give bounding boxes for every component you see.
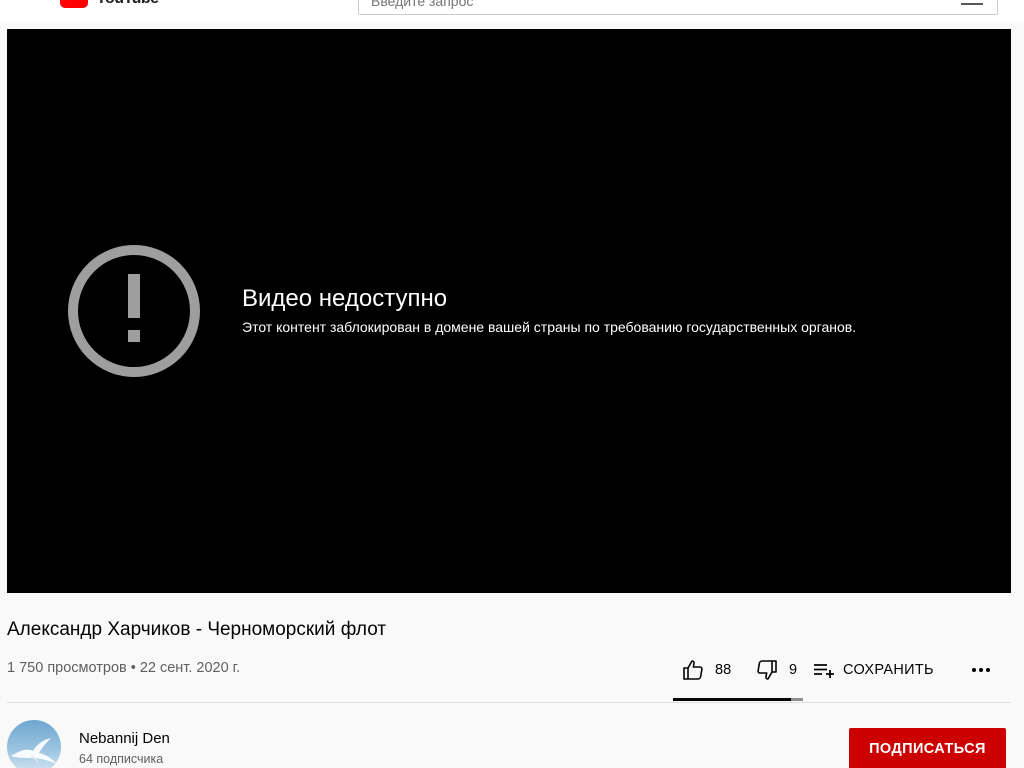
keyboard-icon[interactable] <box>961 0 983 5</box>
youtube-logo[interactable]: YouTube <box>60 0 159 8</box>
youtube-logo-icon <box>60 0 88 8</box>
more-horizontal-icon <box>972 668 990 672</box>
search-input[interactable] <box>371 0 931 9</box>
video-actions: 88 9 СОХРАНИТЬ <box>673 652 993 688</box>
divider <box>7 702 1011 703</box>
video-unavailable-message: Этот контент заблокирован в домене вашей… <box>242 319 857 335</box>
logo-text: YouTube <box>96 0 159 8</box>
sentiment-bar-fill <box>673 698 791 701</box>
dislike-count: 9 <box>789 662 798 678</box>
thumbs-up-icon <box>683 660 703 680</box>
subscriber-count: 64 подписчика <box>79 752 164 766</box>
video-player[interactable]: Видео недоступно Этот контент заблокиров… <box>7 29 1011 593</box>
top-header: YouTube <box>0 0 1024 22</box>
like-button[interactable]: 88 <box>673 652 741 688</box>
video-unavailable-title: Видео недоступно <box>242 285 448 312</box>
save-label: СОХРАНИТЬ <box>843 662 934 678</box>
channel-avatar[interactable] <box>7 720 61 768</box>
sentiment-bar <box>673 698 803 701</box>
bird-avatar-image <box>11 738 57 764</box>
warning-icon <box>68 245 200 377</box>
like-count: 88 <box>715 662 732 678</box>
video-title: Александр Харчиков - Черноморский флот <box>7 619 387 640</box>
view-count: 1 750 просмотров <box>7 660 127 676</box>
publish-date: 22 сент. 2020 г. <box>139 660 241 676</box>
subscribe-button[interactable]: ПОДПИСАТЬСЯ <box>849 728 1006 768</box>
dislike-button[interactable]: 9 <box>741 652 803 688</box>
playlist-add-icon <box>814 664 834 678</box>
thumbs-down-icon <box>757 660 777 680</box>
meta-separator: • <box>130 660 136 676</box>
channel-name[interactable]: Nebannij Den <box>79 730 170 747</box>
save-button[interactable]: СОХРАНИТЬ <box>803 652 953 688</box>
search-field[interactable] <box>358 0 998 15</box>
more-actions-button[interactable] <box>953 652 993 688</box>
video-meta: 1 750 просмотров • 22 сент. 2020 г. <box>7 660 240 676</box>
